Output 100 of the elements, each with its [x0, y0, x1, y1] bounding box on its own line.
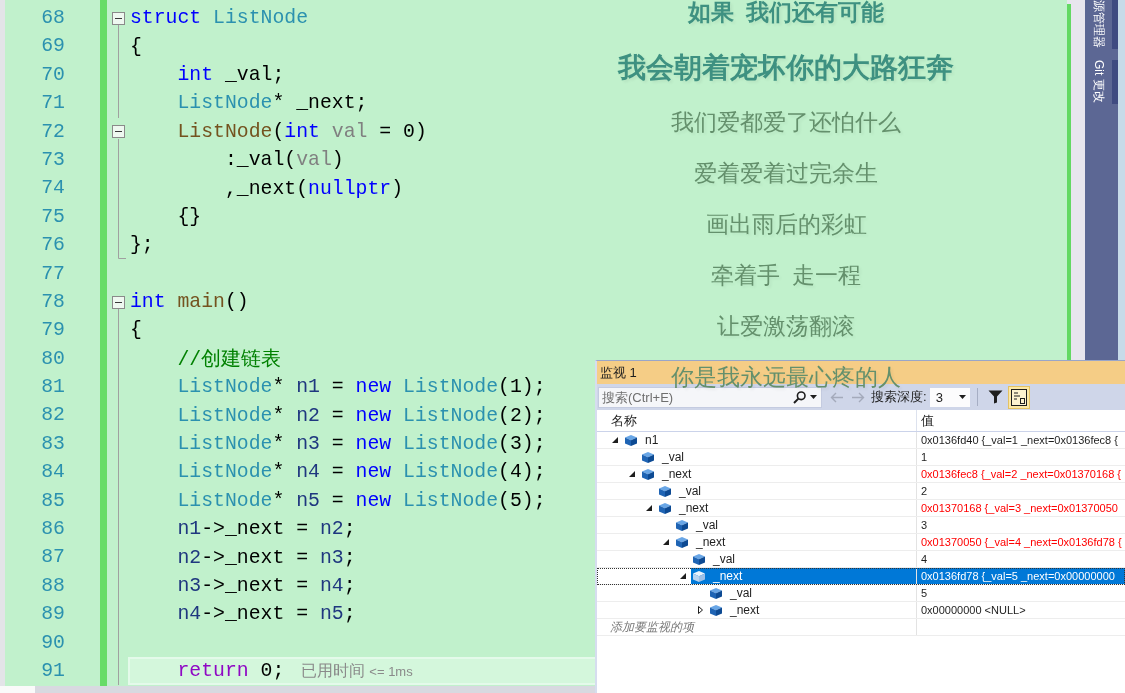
code-line: {: [130, 35, 142, 58]
minus-box-icon[interactable]: [112, 125, 125, 139]
watch-value: 2: [916, 483, 1125, 499]
lyric-line: 画出雨后的彩虹: [705, 212, 867, 238]
watch-value: 0x0136fd40 {_val=1 _next=0x0136fec8 {: [916, 432, 1125, 448]
line-number: 87: [40, 545, 65, 571]
code-line: {}: [177, 205, 202, 228]
line-number: 78: [40, 289, 65, 315]
cube-icon: [642, 468, 654, 480]
watch-name: _next: [662, 467, 692, 481]
funnel-icon[interactable]: [987, 390, 1003, 404]
watch-name: _val: [713, 552, 735, 566]
cube-icon: [710, 604, 722, 616]
watch-value: 1: [916, 449, 1125, 465]
watch-name: _val: [679, 484, 701, 498]
caret-icon[interactable]: [680, 573, 686, 579]
watch-row[interactable]: _next 0x00000000 <NULL>: [597, 602, 1125, 619]
code-line: n3->_next = n4;: [177, 575, 356, 597]
watch-name: _next: [730, 603, 760, 617]
watch-name: _val: [730, 586, 752, 600]
watch-value: 0x01370050 {_val=4 _next=0x0136fd78 {: [916, 534, 1125, 550]
watch-row[interactable]: _val 4: [597, 551, 1125, 568]
code-line: ListNode(int val = 0): [177, 120, 427, 143]
column-header[interactable]: 值: [916, 410, 1125, 431]
watch-name: _next: [696, 535, 726, 549]
dropdown-caret-icon[interactable]: [958, 395, 966, 399]
cube-icon: [710, 587, 722, 599]
lyric-line: 牵着手 走一程: [711, 263, 861, 289]
watch-row[interactable]: _val 5: [597, 585, 1125, 602]
line-number: 68: [40, 6, 65, 31]
line-number: 69: [40, 34, 65, 60]
watch-row[interactable]: _val 3: [597, 517, 1125, 534]
caret-icon[interactable]: [663, 539, 669, 545]
caret-icon[interactable]: [629, 471, 635, 477]
sidebar-tab[interactable]: 源管理器: [1085, 0, 1118, 49]
code-line: ListNode* n1 = new ListNode(1);: [177, 376, 546, 399]
line-number: 71: [40, 91, 65, 117]
watch-row[interactable]: _next 0x01370168 {_val=3 _next=0x01370050: [597, 500, 1125, 517]
depth-dropdown[interactable]: 3: [929, 387, 970, 407]
code-line: ListNode* n2 = new ListNode(2);: [177, 404, 546, 427]
watch-value: 0x0136fd78 {_val=5 _next=0x00000000: [916, 568, 1125, 584]
line-number: 72: [40, 119, 65, 145]
line-number: 77: [40, 261, 65, 287]
cube-icon: [642, 451, 654, 463]
line-number: 75: [40, 204, 65, 230]
code-line: n4->_next = n5;: [177, 603, 356, 626]
watch-value: 0x0136fec8 {_val=2 _next=0x01370168 {: [916, 466, 1125, 482]
dropdown-caret-icon[interactable]: [810, 395, 817, 399]
search-icon[interactable]: [793, 390, 806, 404]
watch-value: 5: [916, 585, 1125, 601]
watch-value: 0x00000000 <NULL>: [916, 602, 1125, 618]
perf-tip-label: 已用时间: [301, 660, 366, 681]
code-line: n2->_next = n3;: [177, 546, 356, 569]
caret-icon[interactable]: [697, 606, 703, 614]
watch-row[interactable]: _next 0x0136fec8 {_val=2 _next=0x01370168 {: [597, 466, 1125, 483]
minus-box-icon[interactable]: [112, 295, 125, 309]
perf-tip-value: <= 1ms: [369, 663, 413, 679]
watch-name: _next: [679, 501, 709, 515]
cube-icon: [659, 502, 671, 514]
depth-label: 搜索深度:: [871, 389, 927, 406]
watch-name: _val: [662, 450, 684, 464]
watch-row[interactable]: _val 2: [597, 483, 1125, 500]
code-line: };: [130, 234, 154, 257]
line-number: 90: [40, 630, 65, 656]
cube-icon: [625, 434, 637, 446]
watch-row[interactable]: n1 0x0136fd40 {_val=1 _next=0x0136fec8 {: [597, 432, 1125, 449]
code-line: :_val(val): [224, 149, 344, 172]
add-watch-field[interactable]: 添加要监视的项: [605, 619, 916, 635]
lyric-line: 爱着爱着过完余生: [694, 161, 878, 187]
code-line: struct ListNode: [130, 7, 309, 30]
code-line: n1->_next = n2;: [177, 518, 356, 541]
watch-row[interactable]: _next 0x0136fd78 {_val=5 _next=0x00000000: [597, 568, 1125, 585]
fold-end-line: [118, 231, 126, 260]
cube-icon: [676, 536, 688, 548]
code-line: int main(): [130, 291, 249, 314]
line-number: 88: [40, 573, 65, 599]
code-line: ListNode* _next;: [177, 92, 368, 115]
watch-row[interactable]: _next 0x01370050 {_val=4 _next=0x0136fd78 {: [597, 534, 1125, 551]
scrollbar-track[interactable]: [1067, 0, 1085, 360]
caret-icon[interactable]: [646, 505, 652, 511]
code-line: {: [130, 319, 142, 342]
sidebar-tab[interactable]: Git 更改: [1085, 60, 1118, 104]
window-title: 监视 1: [600, 363, 637, 382]
code-line: return 0;: [177, 660, 285, 683]
cube-icon: [659, 485, 671, 497]
line-number: 81: [40, 375, 65, 401]
watch-name: _next: [713, 569, 743, 583]
watch-row[interactable]: _val 1: [597, 449, 1125, 466]
caret-icon[interactable]: [612, 437, 618, 443]
lyric-line: 如果 我们还有可能: [688, 0, 884, 26]
column-header[interactable]: 名称: [597, 410, 916, 431]
line-number: 82: [40, 403, 65, 429]
lyric-line: 我们爱都爱了还怕什么: [671, 110, 901, 136]
minus-box-icon[interactable]: [112, 11, 125, 25]
cube-icon: [693, 553, 705, 565]
line-number: 84: [40, 460, 65, 486]
line-number: 76: [40, 233, 65, 259]
line-number: 89: [40, 602, 65, 628]
cube-icon: [693, 570, 705, 582]
cube-icon: [676, 519, 688, 531]
